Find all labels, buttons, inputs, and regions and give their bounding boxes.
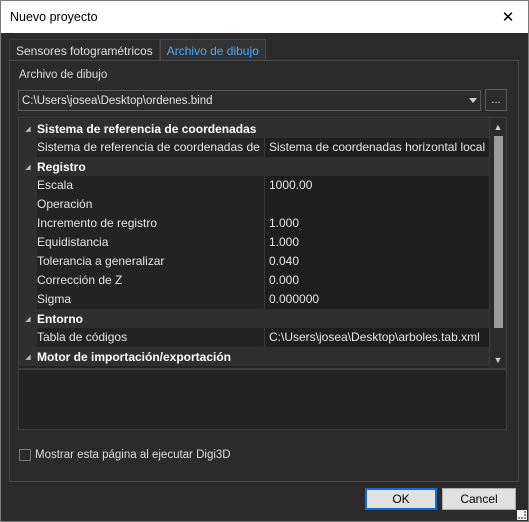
grid-property-name: Equidistancia xyxy=(37,232,263,252)
grid-property-name: Sigma xyxy=(37,289,263,309)
drawing-file-combobox[interactable]: C:\Users\josea\Desktop\ordenes.bind xyxy=(18,90,481,111)
window-title: Nuevo proyecto xyxy=(10,10,98,24)
scroll-up-icon[interactable]: ▲ xyxy=(490,118,506,135)
grid-property-row[interactable]: Escala 1000.00 xyxy=(19,175,489,195)
tab-sensores-fotogrametricos[interactable]: Sensores fotogramétricos xyxy=(9,39,160,61)
grid-property-row[interactable]: Sigma 0.000000 xyxy=(19,289,489,309)
grid-category[interactable]: ◢ Motor de importación/exportación xyxy=(19,347,489,366)
collapse-toggle-icon[interactable]: ◢ xyxy=(19,125,37,133)
drawing-file-label: Archivo de dibujo xyxy=(19,69,108,81)
title-bar: Nuevo proyecto ✕ xyxy=(0,0,529,33)
show-page-checkbox[interactable] xyxy=(19,449,31,461)
grid-property-value[interactable]: 0.040 xyxy=(264,251,489,271)
grid-row-gutter xyxy=(19,194,37,214)
grid-property-value[interactable]: 1000.00 xyxy=(264,175,489,195)
grid-property-row[interactable]: Tolerancia a generalizar 0.040 xyxy=(19,251,489,271)
property-description-panel xyxy=(18,369,507,430)
grid-property-value[interactable]: 0.000 xyxy=(264,270,489,290)
ok-button[interactable]: OK xyxy=(365,488,437,510)
show-page-checkbox-label: Mostrar esta página al ejecutar Digi3D xyxy=(35,449,231,461)
grid-category-label: Sistema de referencia de coordenadas xyxy=(37,121,257,136)
grid-property-value[interactable]: 1.000 xyxy=(264,213,489,233)
drawing-file-value: C:\Users\josea\Desktop\ordenes.bind xyxy=(22,94,213,107)
grid-row-gutter xyxy=(19,270,37,290)
grid-row-gutter xyxy=(19,213,37,233)
collapse-toggle-icon[interactable]: ◢ xyxy=(19,353,37,361)
grid-property-name: Tolerancia a generalizar xyxy=(37,251,263,271)
property-grid: ◢ Sistema de referencia de coordenadas Sis… xyxy=(18,117,507,369)
grid-property-value[interactable]: 1.000 xyxy=(264,232,489,252)
grid-row-gutter xyxy=(19,251,37,271)
grid-property-name: Tabla de códigos xyxy=(37,327,263,347)
grid-property-value[interactable]: Sistema de coordenadas horizontal local … xyxy=(264,137,489,157)
grid-property-row[interactable]: Incremento de registro 1.000 xyxy=(19,213,489,233)
grid-row-gutter xyxy=(19,175,37,195)
collapse-toggle-icon[interactable]: ◢ xyxy=(19,163,37,171)
grid-category-label: Registro xyxy=(37,159,86,174)
cancel-button[interactable]: Cancel xyxy=(442,488,516,510)
chevron-down-icon[interactable] xyxy=(469,98,477,103)
close-icon[interactable]: ✕ xyxy=(488,1,528,33)
grid-property-row[interactable]: Corrección de Z 0.000 xyxy=(19,270,489,290)
property-grid-scrollbar[interactable]: ▲ ▼ xyxy=(489,118,506,368)
scroll-down-icon[interactable]: ▼ xyxy=(490,351,506,368)
grid-row-gutter xyxy=(19,289,37,309)
grid-category[interactable]: ◢ Registro xyxy=(19,157,489,176)
grid-property-name: Corrección de Z xyxy=(37,270,263,290)
grid-property-value[interactable]: 0.000000 xyxy=(264,289,489,309)
grid-property-name: Operación xyxy=(37,194,263,214)
grid-property-row[interactable]: Sistema de referencia de coordenadas de … xyxy=(19,137,489,157)
resize-grip-icon[interactable] xyxy=(517,510,527,520)
tab-strip: Sensores fotogramétricos Archivo de dibu… xyxy=(9,39,266,61)
grid-property-row[interactable]: Tabla de códigos C:\Users\josea\Desktop\a… xyxy=(19,327,489,347)
show-page-option[interactable]: Mostrar esta página al ejecutar Digi3D xyxy=(19,449,231,461)
grid-row-gutter xyxy=(19,327,37,347)
grid-category-label: Entorno xyxy=(37,311,83,326)
collapse-toggle-icon[interactable]: ◢ xyxy=(19,315,37,323)
grid-property-row[interactable]: Equidistancia 1.000 xyxy=(19,232,489,252)
grid-category[interactable]: ◢ Entorno xyxy=(19,309,489,328)
grid-property-row[interactable]: Operación xyxy=(19,194,489,214)
grid-row-gutter xyxy=(19,137,37,157)
grid-property-value[interactable] xyxy=(264,194,489,214)
grid-property-name: Incremento de registro xyxy=(37,213,263,233)
browse-button[interactable]: ... xyxy=(485,89,507,111)
tab-archivo-de-dibujo[interactable]: Archivo de dibujo xyxy=(159,39,266,61)
scroll-thumb[interactable] xyxy=(494,136,503,328)
grid-property-name: Sistema de referencia de coordenadas de … xyxy=(37,137,263,157)
grid-property-value[interactable]: C:\Users\josea\Desktop\arboles.tab.xml xyxy=(264,327,489,347)
grid-category[interactable]: ◢ Sistema de referencia de coordenadas xyxy=(19,119,489,138)
grid-row-gutter xyxy=(19,232,37,252)
grid-property-name: Escala xyxy=(37,175,263,195)
grid-category-label: Motor de importación/exportación xyxy=(37,349,232,364)
